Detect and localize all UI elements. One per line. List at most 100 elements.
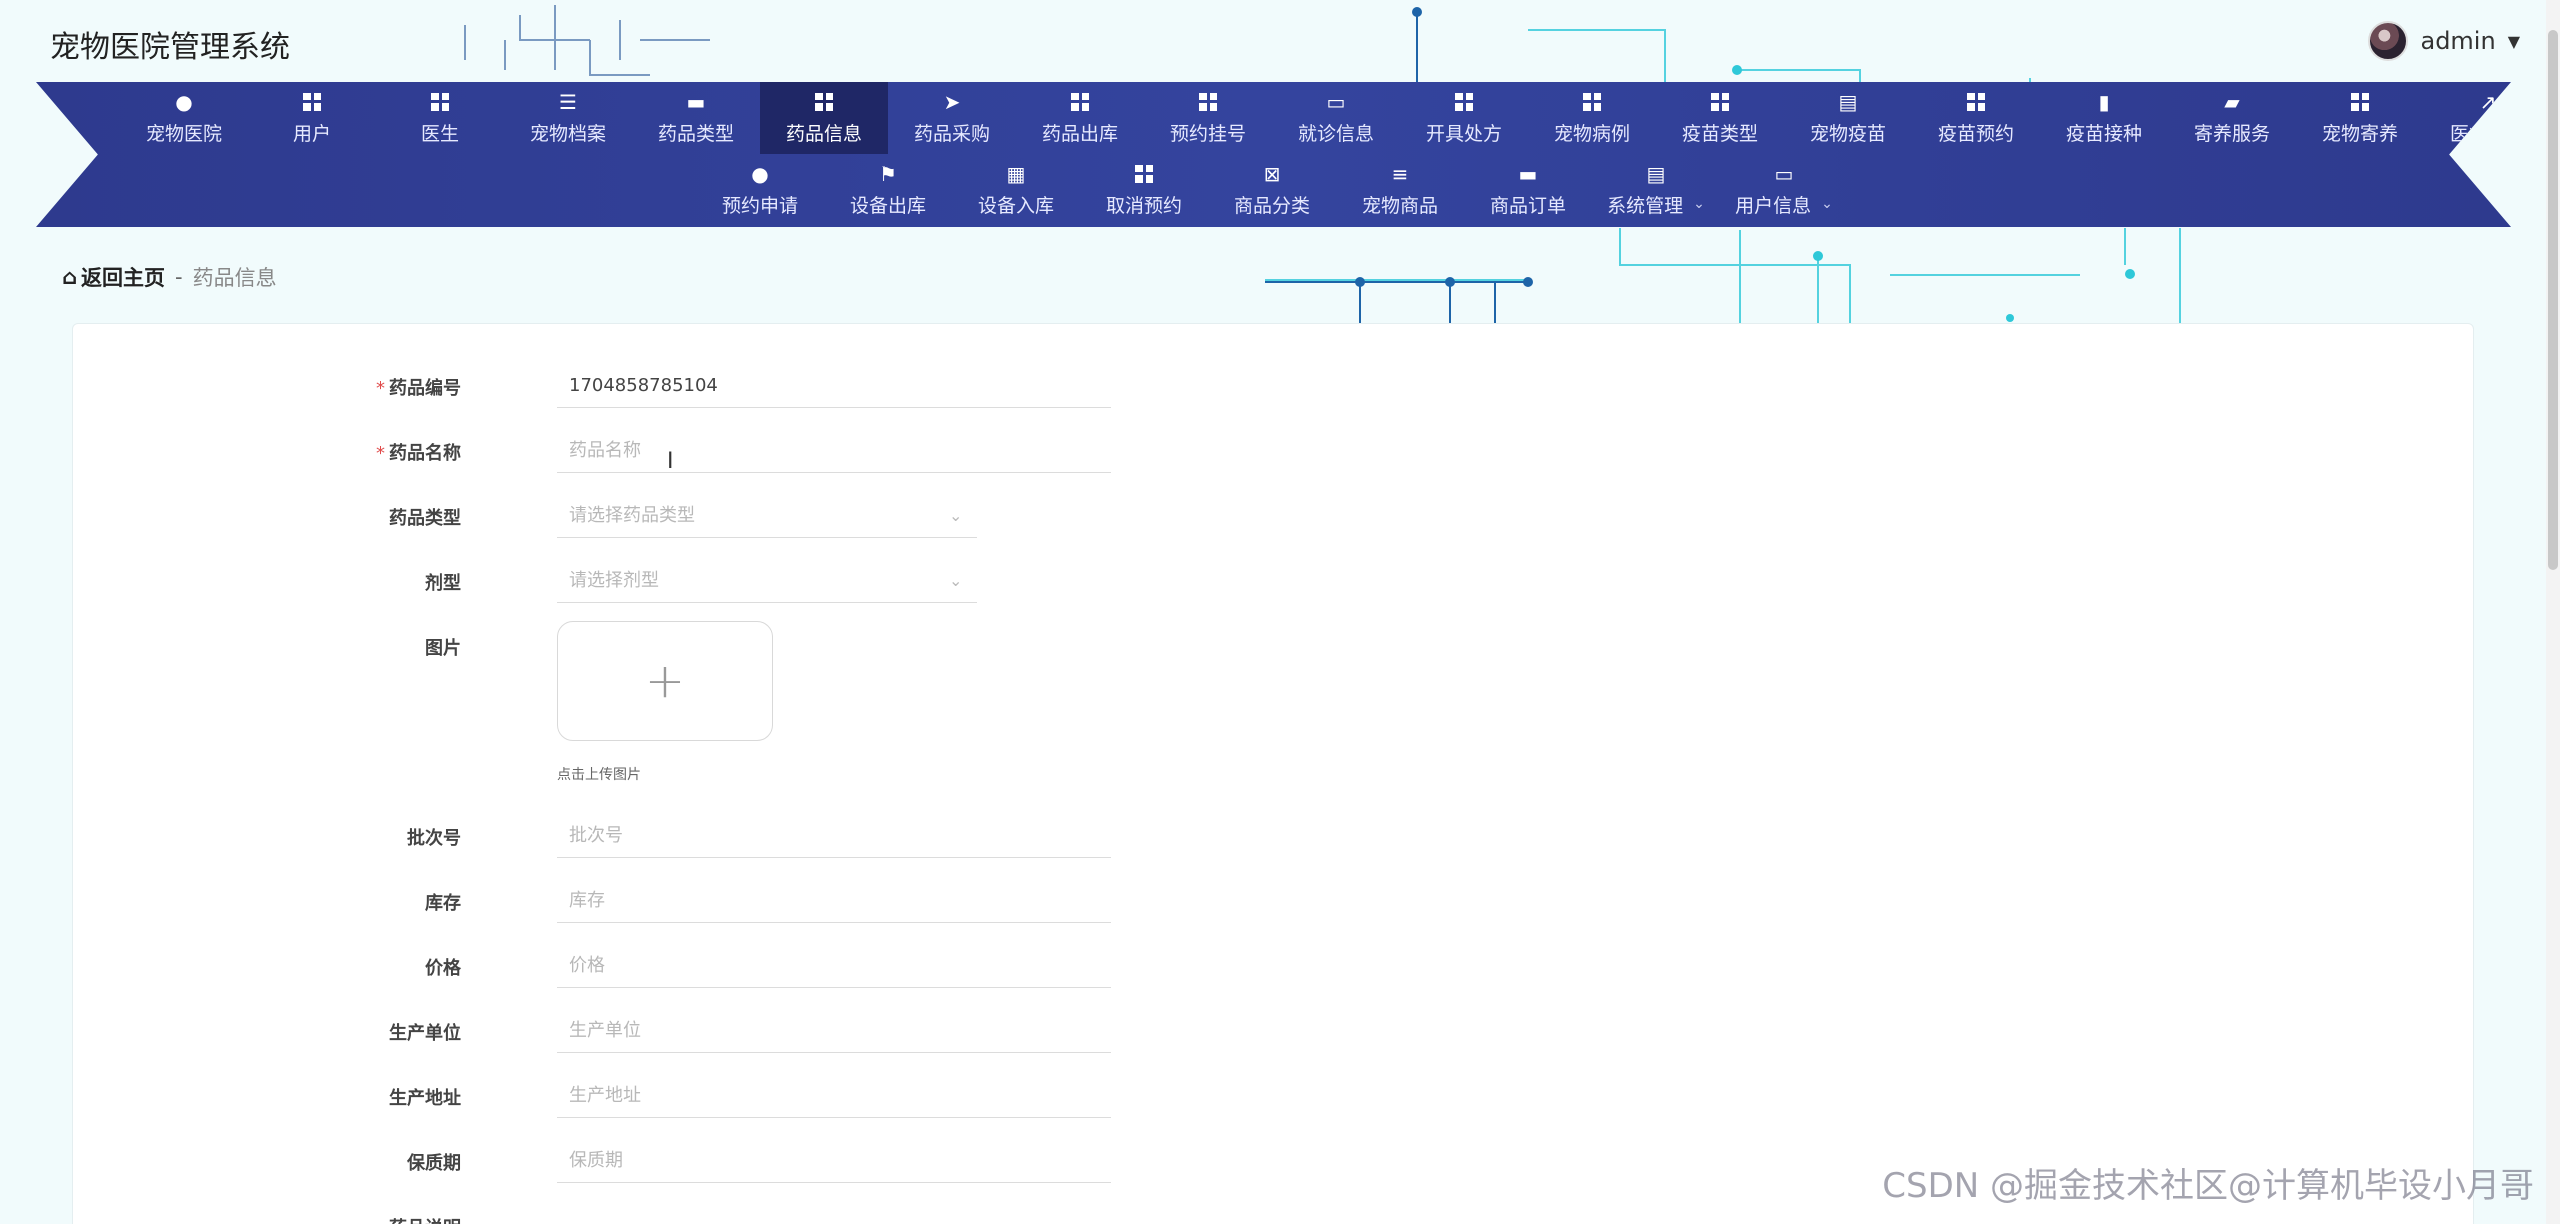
nav-item-row1-5[interactable]: 药品信息 bbox=[760, 82, 888, 154]
nav-item-row1-9[interactable]: ▭ 就诊信息 bbox=[1272, 82, 1400, 154]
desc-label: 药品说明 bbox=[389, 1214, 461, 1224]
image-upload-button[interactable]: + bbox=[557, 621, 773, 741]
nav-item-row1-3[interactable]: ☰ 宠物档案 bbox=[504, 82, 632, 154]
required-mark: * bbox=[376, 378, 385, 399]
nav-row-2: ● 预约申请 ⚑ 设备出库 ▦ 设备入库 取消预约 ⊠ 商品分类 ≡ 宠物商品 ▬ 商品订单 ▤ 系统管理 ⌄… bbox=[696, 154, 1848, 226]
stock-input[interactable] bbox=[557, 879, 1111, 923]
list-icon: ☰ bbox=[559, 89, 577, 114]
breadcrumb-home[interactable]: ⌂ 返回主页 bbox=[62, 262, 165, 292]
nav-item-label: 取消预约 bbox=[1105, 194, 1182, 217]
stock-label: 库存 bbox=[425, 893, 461, 914]
person-icon: ● bbox=[175, 89, 193, 114]
nav-item-row1-15[interactable]: ▮ 疫苗接种 bbox=[2040, 82, 2168, 154]
card-icon: ▭ bbox=[1774, 161, 1794, 186]
shelf-input[interactable] bbox=[557, 1139, 1111, 1183]
nav-item-label: 药品采购 bbox=[913, 122, 990, 145]
delete-doc-icon: ⊠ bbox=[1263, 161, 1281, 186]
nav-item-row1-11[interactable]: 宠物病例 bbox=[1528, 82, 1656, 154]
required-mark: * bbox=[376, 443, 385, 464]
nav-item-label: 宠物商品 bbox=[1361, 194, 1438, 217]
nav-item-row2-5[interactable]: ≡ 宠物商品 bbox=[1336, 154, 1464, 226]
nav-item-row2-6[interactable]: ▬ 商品订单 bbox=[1464, 154, 1592, 226]
nav-item-row1-0[interactable]: ● 宠物医院 bbox=[120, 82, 248, 154]
bookmark-icon: ▬ bbox=[686, 89, 706, 114]
clipboard-icon: ▤ bbox=[1838, 89, 1858, 114]
nav-item-label: 设备入库 bbox=[977, 194, 1054, 217]
type-select[interactable] bbox=[557, 494, 977, 538]
name-input[interactable] bbox=[557, 429, 1111, 473]
nav-item-row1-10[interactable]: 开具处方 bbox=[1400, 82, 1528, 154]
nav-item-label: 医生 bbox=[420, 122, 459, 145]
nav-item-label: 商品订单 bbox=[1489, 194, 1566, 217]
nav-item-row1-13[interactable]: ▤ 宠物疫苗 bbox=[1784, 82, 1912, 154]
page-scrollbar[interactable] bbox=[2546, 0, 2560, 1224]
nav-item-row2-3[interactable]: 取消预约 bbox=[1080, 154, 1208, 226]
grid-icon bbox=[1709, 91, 1731, 113]
nav-item-label: 用户信息 ⌄ bbox=[1735, 194, 1833, 217]
nav-item-row1-6[interactable]: ➤ 药品采购 bbox=[888, 82, 1016, 154]
nav-item-row1-18[interactable]: ↗ 医疗设备 bbox=[2424, 82, 2511, 154]
nav-item-label: 宠物寄养 bbox=[2321, 122, 2398, 145]
avatar[interactable] bbox=[2368, 21, 2409, 61]
plus-icon: + bbox=[644, 653, 686, 709]
grid-icon bbox=[1133, 163, 1155, 185]
form-row-dosage: 剂型 ⌄ bbox=[73, 559, 2473, 603]
price-input[interactable] bbox=[557, 944, 1111, 988]
nav-item-row1-8[interactable]: 预约挂号 bbox=[1144, 82, 1272, 154]
form-row-type: 药品类型 ⌄ bbox=[73, 494, 2473, 538]
wallet-icon: ▰ bbox=[2224, 89, 2240, 114]
nav-item-label: 药品信息 bbox=[785, 122, 862, 145]
grid-icon bbox=[1965, 91, 1987, 113]
form-row-desc: 药品说明 bbox=[73, 1204, 2473, 1224]
shelf-label: 保质期 bbox=[407, 1153, 461, 1174]
flag-icon: ⚑ bbox=[879, 161, 897, 186]
nav-item-label: 宠物医院 bbox=[145, 122, 222, 145]
nav-item-row1-16[interactable]: ▰ 寄养服务 bbox=[2168, 82, 2296, 154]
maker-label: 生产单位 bbox=[389, 1023, 461, 1044]
sliders-icon: ≡ bbox=[1391, 161, 1409, 186]
grid9-icon: ▦ bbox=[1006, 161, 1026, 186]
nav-item-row1-1[interactable]: 用户 bbox=[248, 82, 376, 154]
clipboard-check-icon: ▤ bbox=[1646, 161, 1666, 186]
form-row-maker: 生产单位 bbox=[73, 1009, 2473, 1053]
batch-label: 批次号 bbox=[407, 828, 461, 849]
nav-item-row2-1[interactable]: ⚑ 设备出库 bbox=[824, 154, 952, 226]
chevron-down-icon: ⌄ bbox=[1693, 196, 1705, 212]
grid-icon bbox=[1197, 91, 1219, 113]
nav-item-row2-8[interactable]: ▭ 用户信息 ⌄ bbox=[1720, 154, 1848, 226]
username[interactable]: admin bbox=[2420, 27, 2495, 55]
nav-item-label: 就诊信息 bbox=[1297, 122, 1374, 145]
nav-item-row1-17[interactable]: 宠物寄养 bbox=[2296, 82, 2424, 154]
batch-input[interactable] bbox=[557, 814, 1111, 858]
nav-item-row2-7[interactable]: ▤ 系统管理 ⌄ bbox=[1592, 154, 1720, 226]
nav-item-row2-2[interactable]: ▦ 设备入库 bbox=[952, 154, 1080, 226]
nav-item-label: 系统管理 ⌄ bbox=[1607, 194, 1705, 217]
nav-item-row1-7[interactable]: 药品出库 bbox=[1016, 82, 1144, 154]
code-input[interactable] bbox=[557, 364, 1111, 408]
chevron-down-icon[interactable]: ⌄ bbox=[949, 571, 962, 590]
grid-icon bbox=[2349, 91, 2371, 113]
nav-item-label: 宠物疫苗 bbox=[1809, 122, 1886, 145]
caret-down-icon[interactable]: ▼ bbox=[2508, 32, 2520, 51]
home-icon: ⌂ bbox=[62, 265, 78, 289]
nav-item-row1-12[interactable]: 疫苗类型 bbox=[1656, 82, 1784, 154]
breadcrumb-current: 药品信息 bbox=[192, 266, 277, 290]
nav-item-row1-2[interactable]: 医生 bbox=[376, 82, 504, 154]
dosage-select[interactable] bbox=[557, 559, 977, 603]
main-nav: ● 宠物医院 用户 医生 ☰ 宠物档案 ▬ 药品类型 药品信息 ➤ 药品采购 药品出库 预约挂号 ▭ 就诊信… bbox=[36, 82, 2511, 227]
nav-item-row1-4[interactable]: ▬ 药品类型 bbox=[632, 82, 760, 154]
scrollbar-thumb[interactable] bbox=[2548, 30, 2558, 570]
maker-input[interactable] bbox=[557, 1009, 1111, 1053]
upload-tip: 点击上传图片 bbox=[557, 767, 641, 783]
address-input[interactable] bbox=[557, 1074, 1111, 1118]
grid-icon bbox=[1069, 91, 1091, 113]
nav-item-row1-14[interactable]: 疫苗预约 bbox=[1912, 82, 2040, 154]
user-menu[interactable]: admin ▼ bbox=[2368, 20, 2520, 62]
form-row-image: 图片 bbox=[73, 624, 2473, 668]
nav-item-row2-4[interactable]: ⊠ 商品分类 bbox=[1208, 154, 1336, 226]
form-row-code: * 药品编号 bbox=[73, 364, 2473, 408]
price-label: 价格 bbox=[425, 958, 461, 979]
nav-item-row2-0[interactable]: ● 预约申请 bbox=[696, 154, 824, 226]
chat-icon: ▬ bbox=[1518, 161, 1538, 186]
chevron-down-icon[interactable]: ⌄ bbox=[949, 506, 962, 525]
